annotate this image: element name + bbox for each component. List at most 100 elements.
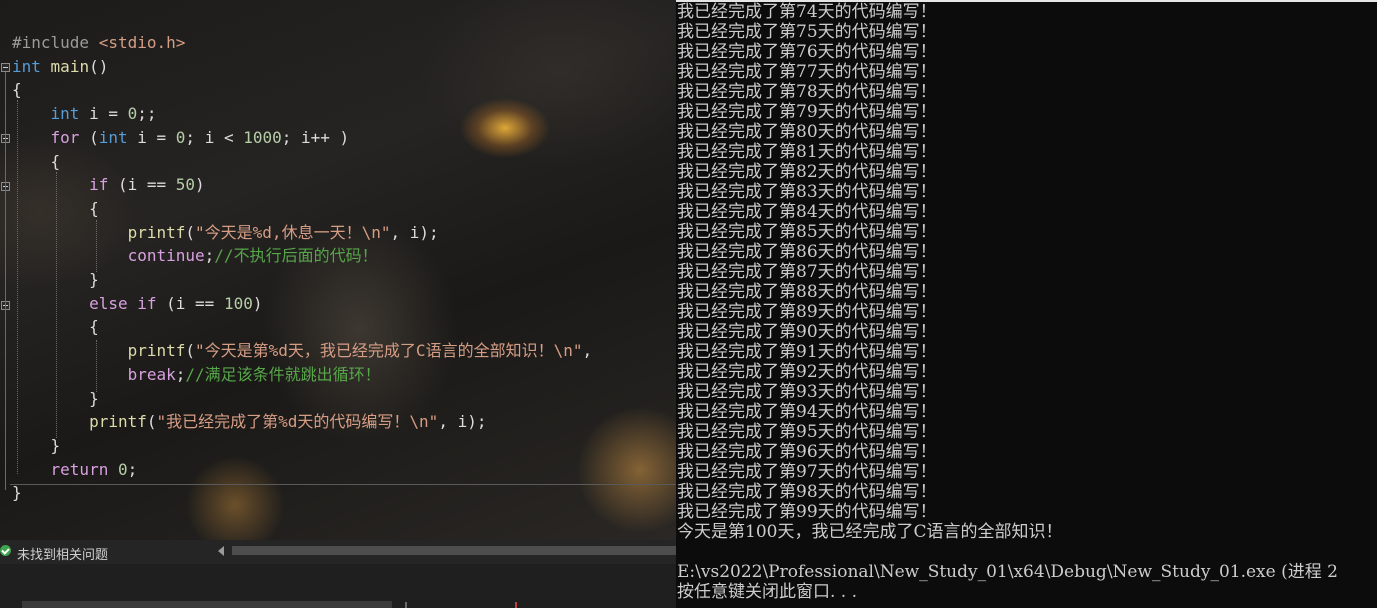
code-token: else if (89, 293, 157, 313)
console-line: 我已经完成了第95天的代码编写！ (677, 422, 937, 442)
code-line[interactable]: int main() (12, 56, 108, 78)
code-token: 0 (175, 127, 186, 147)
code-token: } (12, 483, 22, 503)
console-line: 我已经完成了第86天的代码编写！ (677, 242, 937, 262)
code-line[interactable]: continue;//不执行后面的代码！ (12, 245, 378, 267)
console-line: 我已经完成了第91天的代码编写！ (677, 342, 937, 362)
code-line[interactable]: { (12, 79, 22, 101)
code-token: return (50, 459, 109, 479)
console-line: 我已经完成了第77天的代码编写！ (677, 62, 937, 82)
error-marker-icon (515, 602, 517, 608)
code-line[interactable]: int i = 0;; (12, 103, 157, 125)
code-token: 100 (223, 293, 253, 313)
code-line[interactable]: } (12, 435, 61, 457)
code-token: ( (185, 341, 196, 361)
console-output: 我已经完成了第74天的代码编写！ 我已经完成了第75天的代码编写！ 我已经完成了第7… (677, 2, 1338, 602)
panel-divider (405, 602, 407, 608)
code-editor[interactable]: #include <stdio.h> int main(){ int i = 0;… (0, 0, 676, 540)
check-circle-icon (0, 545, 11, 556)
fold-line (5, 72, 6, 490)
code-token: int (98, 127, 128, 147)
issues-status-text[interactable]: 未找到相关问题 (17, 544, 108, 563)
code-token: ; (127, 459, 138, 479)
code-token: for (50, 127, 80, 147)
code-line[interactable]: { (12, 151, 61, 173)
console-line: 我已经完成了第84天的代码编写！ (677, 202, 937, 222)
status-bar: 未找到相关问题 (0, 540, 676, 564)
code-token: 1000 (243, 127, 282, 147)
code-token: ; (204, 246, 215, 266)
horizontal-scrollbar-thumb[interactable] (232, 546, 676, 555)
code-token: "今天是%d,休息一天！\n" (195, 222, 391, 242)
console-line: 我已经完成了第80天的代码编写！ (677, 122, 937, 142)
code-token: <stdio.h> (98, 33, 186, 52)
code-token: break (127, 364, 176, 384)
console-line: E:\vs2022\Professional\New_Study_01\x64\… (677, 562, 1338, 582)
code-token: "我已经完成了第%d天的代码编写！\n" (156, 412, 439, 432)
console-line: 今天是第100天，我已经完成了C语言的全部知识！ (677, 522, 1063, 542)
code-token: (i == (156, 293, 224, 313)
code-token: ; i++ ) (281, 127, 350, 147)
code-line[interactable]: printf("今天是%d,休息一天！\n", i); (12, 222, 439, 244)
code-token: 0 (127, 104, 138, 124)
code-line[interactable]: else if (i == 100) (12, 293, 262, 315)
code-line[interactable]: return 0; (12, 459, 138, 481)
console-line: 我已经完成了第81天的代码编写！ (677, 142, 937, 162)
console-line: 我已经完成了第89天的代码编写！ (677, 302, 937, 322)
console-line: 我已经完成了第85天的代码编写！ (677, 222, 937, 242)
code-token: //满足该条件就跳出循环！ (185, 364, 381, 384)
indent-guide (96, 340, 97, 392)
code-token: ; (175, 364, 186, 384)
console-line: 我已经完成了第93天的代码编写！ (677, 382, 937, 402)
console-line: 我已经完成了第90天的代码编写！ (677, 322, 937, 342)
code-line[interactable]: } (12, 482, 22, 504)
code-line[interactable]: break;//满足该条件就跳出循环！ (12, 364, 381, 386)
debug-console-window[interactable]: 我已经完成了第74天的代码编写！ 我已经完成了第75天的代码编写！ 我已经完成了第7… (676, 0, 1377, 608)
code-token: ) (195, 175, 205, 195)
fold-toggle-main[interactable] (1, 63, 10, 72)
code-token: printf (89, 412, 147, 432)
code-token: i = (79, 104, 128, 124)
code-token: () (89, 56, 109, 76)
code-token: #include (12, 33, 99, 52)
console-line: 我已经完成了第99天的代码编写！ (677, 502, 937, 522)
code-token: { (12, 80, 22, 100)
code-line[interactable]: printf("今天是第%d天，我已经完成了C语言的全部知识！\n", (12, 340, 593, 362)
code-token: ; i < (185, 127, 244, 147)
code-token: , i); (438, 412, 487, 432)
code-token: int (50, 104, 80, 124)
code-line[interactable]: if (i == 50) (12, 174, 205, 196)
code-line[interactable]: for (int i = 0; i < 1000; i++ ) (12, 127, 350, 149)
code-token: continue (127, 246, 205, 266)
indent-guide (96, 220, 97, 272)
code-token: , i); (390, 222, 439, 242)
code-token: 50 (175, 175, 196, 195)
code-line[interactable]: printf("我已经完成了第%d天的代码编写！\n", i); (12, 411, 486, 433)
code-token: } (12, 435, 61, 455)
panel-tab-strip[interactable] (22, 601, 392, 608)
scroll-left-arrow-icon[interactable] (218, 546, 224, 556)
code-line[interactable]: #include <stdio.h> (12, 32, 185, 54)
console-line: 我已经完成了第92天的代码编写！ (677, 362, 937, 382)
code-token: i = (127, 127, 176, 147)
console-line: 我已经完成了第75天的代码编写！ (677, 22, 937, 42)
code-token: printf (127, 341, 186, 361)
code-token: , (582, 341, 593, 361)
code-token: if (89, 175, 109, 195)
indent-guide (17, 100, 18, 474)
console-line: 我已经完成了第82天的代码编写！ (677, 162, 937, 182)
code-token: printf (127, 222, 186, 242)
console-line: 我已经完成了第76天的代码编写！ (677, 42, 937, 62)
code-token: ;; (137, 104, 157, 124)
console-line: 我已经完成了第94天的代码编写！ (677, 402, 937, 422)
code-token: ( (146, 412, 157, 432)
console-line: 我已经完成了第74天的代码编写！ (677, 2, 937, 22)
code-token: "今天是第%d天，我已经完成了C语言的全部知识！\n" (195, 341, 583, 361)
